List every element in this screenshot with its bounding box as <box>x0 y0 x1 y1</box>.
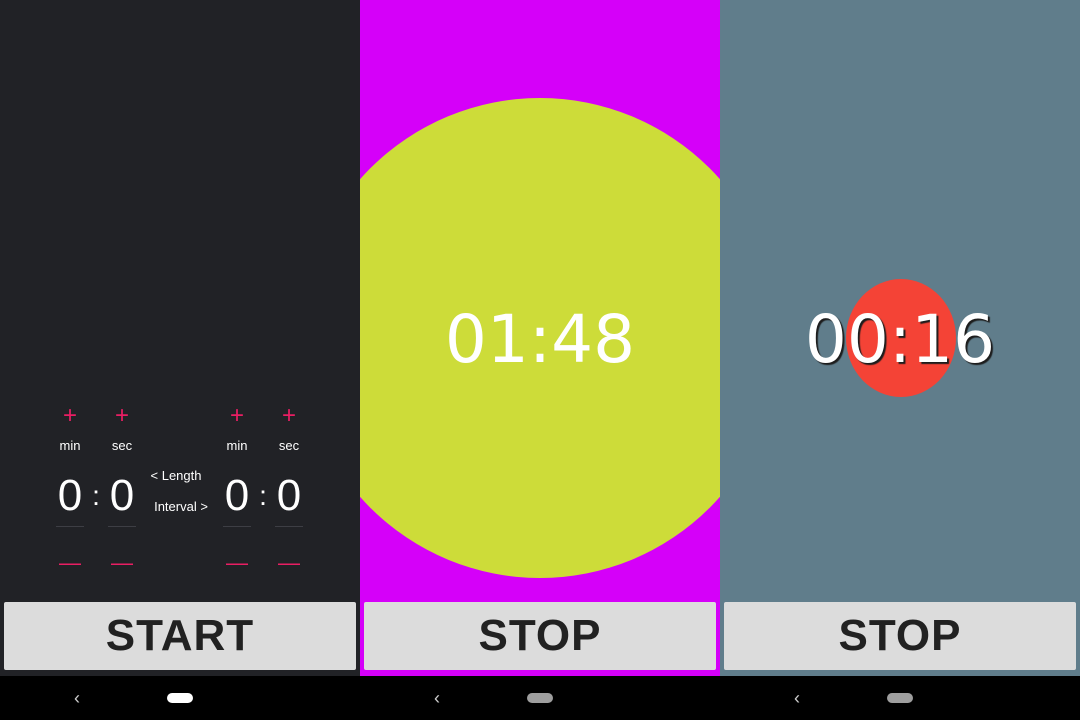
interval-sec-underline <box>275 526 303 527</box>
running-app-area-interval: 00:16 STOP <box>720 0 1080 676</box>
navigation-bar: ‹ <box>360 676 720 720</box>
interval-direction-label: Interval > <box>154 499 208 514</box>
running-screen-interval: 00:16 STOP ‹ <box>720 0 1080 720</box>
length-direction-label: < Length <box>150 468 202 483</box>
length-min-minus-button[interactable]: — <box>50 552 90 574</box>
start-button[interactable]: START <box>4 602 356 670</box>
interval-sec-value[interactable]: 0 <box>269 472 309 520</box>
interval-min-label: min <box>226 438 248 453</box>
length-sec-label: sec <box>111 438 133 453</box>
length-min-plus-button[interactable]: + <box>50 404 90 428</box>
home-pill-icon[interactable] <box>887 693 913 703</box>
back-icon[interactable]: ‹ <box>794 687 800 709</box>
interval-sec-plus-button[interactable]: + <box>269 404 309 428</box>
interval-min-minus-button[interactable]: — <box>217 552 257 574</box>
length-colon: : <box>92 480 100 511</box>
back-icon[interactable]: ‹ <box>74 687 80 709</box>
interval-min-underline <box>223 526 251 527</box>
home-pill-icon[interactable] <box>527 693 553 703</box>
interval-colon: : <box>259 480 267 511</box>
running-app-area-length: 01:48 STOP <box>360 0 720 676</box>
length-min-value[interactable]: 0 <box>50 472 90 520</box>
back-icon[interactable]: ‹ <box>434 687 440 709</box>
length-sec-underline <box>108 526 136 527</box>
interval-min-plus-button[interactable]: + <box>217 404 257 428</box>
length-min-underline <box>56 526 84 527</box>
length-min-label: min <box>59 438 81 453</box>
countdown-time: 01:48 <box>444 301 636 378</box>
interval-sec-minus-button[interactable]: — <box>269 552 309 574</box>
navigation-bar: ‹ <box>720 676 1080 720</box>
interval-sec-label: sec <box>278 438 300 453</box>
stop-button[interactable]: STOP <box>364 602 716 670</box>
length-sec-minus-button[interactable]: — <box>102 552 142 574</box>
setup-app-area: + + min sec 0 : 0 — — < Length Interval … <box>0 0 360 676</box>
countdown-time: 00:16 <box>804 301 996 378</box>
running-screen-length: 01:48 STOP ‹ <box>360 0 720 720</box>
stop-button[interactable]: STOP <box>724 602 1076 670</box>
home-pill-icon[interactable] <box>167 693 193 703</box>
setup-screen: + + min sec 0 : 0 — — < Length Interval … <box>0 0 360 720</box>
navigation-bar: ‹ <box>0 676 360 720</box>
length-sec-plus-button[interactable]: + <box>102 404 142 428</box>
interval-min-value[interactable]: 0 <box>217 472 257 520</box>
